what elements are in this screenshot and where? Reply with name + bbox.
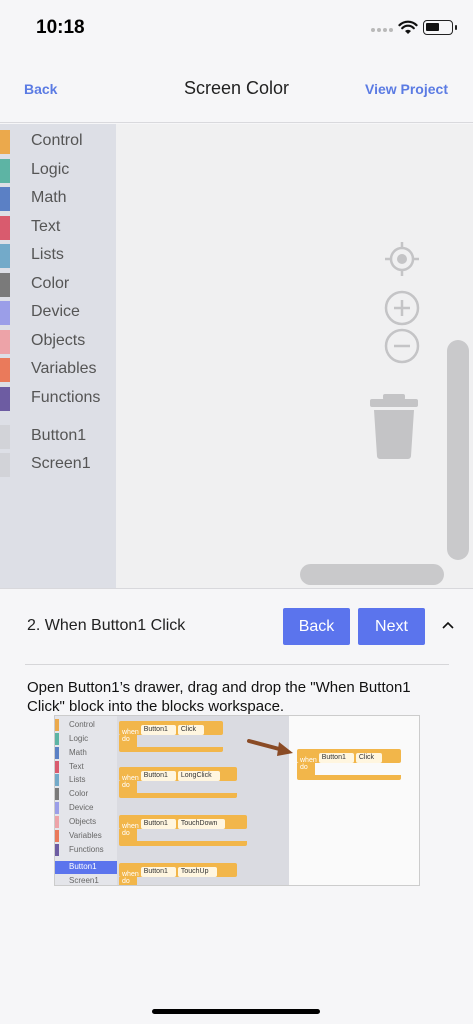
- blocks-toolbox: Control Logic Math Text Lists Color Devi…: [0, 124, 116, 588]
- step-title: 2. When Button1 Click: [27, 617, 186, 634]
- tutorial-toolbox-item: Math: [55, 747, 117, 760]
- toolbox-item-math[interactable]: Math: [0, 185, 116, 213]
- vertical-scrollbar[interactable]: [447, 340, 469, 560]
- step-instructions: Open Button1’s drawer, drag and drop the…: [27, 679, 411, 715]
- toolbox-item-label: Lists: [31, 246, 64, 263]
- tutorial-toolbox-item: Text: [55, 761, 117, 774]
- tutorial-image: Control Logic Math Text Lists Color Device Obje…: [54, 715, 420, 886]
- toolbox-item-label: Screen1: [31, 455, 91, 472]
- tutorial-toolbox-item: Lists: [55, 774, 117, 787]
- toolbox-item-label: Control: [31, 132, 83, 149]
- toolbox-item-label: Color: [31, 275, 70, 292]
- navigation-bar: Back Screen Color View Project: [0, 58, 473, 123]
- battery-icon: [423, 20, 457, 35]
- toolbox-item-label: Objects: [31, 332, 86, 349]
- wifi-icon: [398, 20, 418, 34]
- component-swatch: [0, 453, 10, 477]
- category-swatch: [0, 216, 10, 240]
- tutorial-toolbox-item: Control: [55, 719, 117, 732]
- status-time: 10:18: [36, 17, 85, 38]
- trash-icon[interactable]: [368, 394, 420, 460]
- component-swatch: [0, 425, 10, 449]
- toolbox-item-label: Functions: [31, 389, 101, 406]
- toolbox-item-device[interactable]: Device: [0, 299, 116, 327]
- divider: [25, 664, 449, 665]
- toolbox-item-label: Text: [31, 218, 61, 235]
- toolbox-item-text[interactable]: Text: [0, 214, 116, 242]
- toolbox-item-logic[interactable]: Logic: [0, 157, 116, 185]
- tutorial-toolbox-item: Button1: [55, 861, 117, 874]
- category-swatch: [0, 244, 10, 268]
- recenter-icon[interactable]: [383, 240, 421, 278]
- toolbox-item-label: Math: [31, 189, 67, 206]
- zoom-out-icon[interactable]: [384, 328, 420, 364]
- tutorial-toolbox-item: Functions: [55, 844, 117, 857]
- cellular-signal-icon: [371, 28, 393, 34]
- divider: [0, 588, 473, 589]
- toolbox-item-objects[interactable]: Objects: [0, 328, 116, 356]
- category-swatch: [0, 387, 10, 411]
- drag-arrow-icon: [247, 739, 293, 756]
- tutorial-toolbox-item: Device: [55, 802, 117, 815]
- view-project-button[interactable]: View Project: [365, 81, 448, 97]
- toolbox-item-screen1[interactable]: Screen1: [0, 451, 116, 479]
- step-next-button[interactable]: Next: [358, 608, 425, 645]
- category-swatch: [0, 130, 10, 154]
- tutorial-toolbox-item: Variables: [55, 830, 117, 843]
- toolbox-item-button1[interactable]: Button1: [0, 423, 116, 451]
- toolbox-item-functions[interactable]: Functions: [0, 385, 116, 413]
- tutorial-toolbox-item: Color: [55, 788, 117, 801]
- toolbox-item-control[interactable]: Control: [0, 128, 116, 156]
- status-bar: 10:18: [0, 0, 473, 58]
- toolbox-item-label: Logic: [31, 161, 70, 178]
- toolbox-item-variables[interactable]: Variables: [0, 356, 116, 384]
- toolbox-item-label: Button1: [31, 427, 87, 444]
- tutorial-toolbox-item: Logic: [55, 733, 117, 746]
- category-swatch: [0, 187, 10, 211]
- category-swatch: [0, 301, 10, 325]
- toolbox-item-lists[interactable]: Lists: [0, 242, 116, 270]
- tutorial-toolbox: Control Logic Math Text Lists Color Device Obje…: [55, 716, 117, 885]
- toolbox-item-label: Variables: [31, 360, 97, 377]
- step-back-button[interactable]: Back: [283, 608, 350, 645]
- category-swatch: [0, 330, 10, 354]
- tutorial-toolbox-item: Screen1: [69, 876, 99, 885]
- tutorial-toolbox-item: Objects: [55, 816, 117, 829]
- category-swatch: [0, 159, 10, 183]
- toolbox-item-color[interactable]: Color: [0, 271, 116, 299]
- category-swatch: [0, 273, 10, 297]
- tutorial-workspace: when Button1 Click do: [289, 716, 419, 885]
- home-indicator: [152, 1009, 320, 1014]
- category-swatch: [0, 358, 10, 382]
- blocks-workspace[interactable]: [116, 124, 473, 588]
- zoom-in-icon[interactable]: [384, 290, 420, 326]
- horizontal-scrollbar[interactable]: [300, 564, 444, 585]
- chevron-up-icon[interactable]: [440, 617, 456, 633]
- toolbox-item-label: Device: [31, 303, 80, 320]
